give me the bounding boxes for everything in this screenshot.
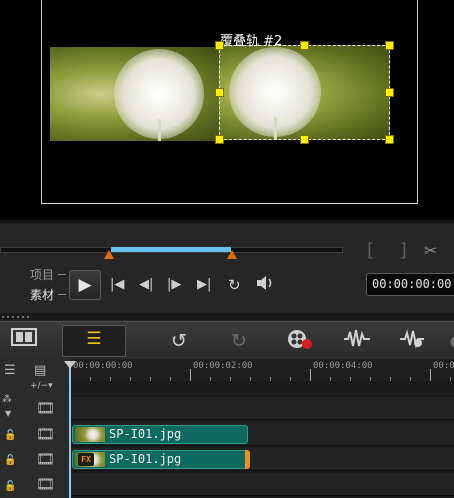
overlay2-track-icon[interactable]: 🎞 xyxy=(36,449,62,469)
next-frame-button[interactable]: |▶ xyxy=(167,275,181,295)
mark-in-out-buttons[interactable]: [ ] xyxy=(367,240,417,261)
next-frame-icon: |▶ xyxy=(167,277,182,292)
mode-clip-label[interactable]: 素材 xyxy=(30,286,54,303)
storyboard-view-button[interactable] xyxy=(10,328,38,354)
playhead-handle[interactable] xyxy=(64,361,76,369)
scissors-icon[interactable]: ✂ xyxy=(424,241,437,260)
repeat-icon: ↻ xyxy=(228,276,241,294)
resize-handle-tr[interactable] xyxy=(385,41,394,50)
go-to-start-button[interactable]: |◀ xyxy=(110,275,124,295)
resize-handle-tl[interactable] xyxy=(215,41,224,50)
repeat-button[interactable]: ↻ xyxy=(228,275,241,295)
redo-icon: ↻ xyxy=(231,330,247,352)
overlay-selection-box[interactable] xyxy=(219,45,390,140)
undo-icon: ↺ xyxy=(171,330,187,352)
lock-icon[interactable]: 🔓 xyxy=(4,481,16,492)
fx-icon: FX xyxy=(78,453,94,466)
resize-handle-bl[interactable] xyxy=(215,135,224,144)
resize-handle-br[interactable] xyxy=(385,135,394,144)
video-editor-window: 覆叠轨 #2 [ ] ✂ 项目 素材 ▶ |◀ ◀| |▶ ▶| ↻ 00:00… xyxy=(0,0,454,498)
record-capture-icon xyxy=(288,330,312,349)
show-all-tracks-icon[interactable]: ☰ xyxy=(4,363,16,378)
resize-handle-ml[interactable] xyxy=(215,88,224,97)
more-button[interactable]: ◖ xyxy=(440,328,454,354)
redo-button[interactable]: ↻ xyxy=(225,328,253,354)
preview-panel: 覆叠轨 #2 xyxy=(0,0,454,220)
previous-frame-button[interactable]: ◀| xyxy=(139,275,153,295)
ruler-label-3: 00:00:0 xyxy=(433,361,454,371)
playhead-line[interactable] xyxy=(69,361,71,498)
main-video-image xyxy=(50,47,220,141)
film-strip-icon xyxy=(11,328,37,346)
prev-frame-icon: ◀| xyxy=(139,277,154,292)
play-icon: ▶ xyxy=(78,275,92,295)
timecode-display[interactable]: 00:00:00:00 xyxy=(366,273,454,296)
toolbar-grip[interactable] xyxy=(0,313,454,320)
track-options-icon[interactable]: ⁂ xyxy=(2,394,12,405)
record-capture-button[interactable] xyxy=(286,328,314,354)
clip-thumbnail xyxy=(75,427,105,442)
clip-trim-handle[interactable] xyxy=(245,450,250,469)
track-extra-lane[interactable] xyxy=(70,473,454,496)
undo-button[interactable]: ↺ xyxy=(165,328,193,354)
collapse-icon[interactable]: ▼ xyxy=(5,409,11,418)
ruler-label-1: 00:00:02:00 xyxy=(193,361,253,371)
resize-handle-mr[interactable] xyxy=(385,88,394,97)
clip-name: SP-I01.jpg xyxy=(109,452,182,466)
go-to-end-button[interactable]: ▶| xyxy=(197,275,211,295)
speaker-icon xyxy=(257,276,272,290)
auto-music-button[interactable] xyxy=(398,328,426,354)
timeline-view-icon: ☰ xyxy=(86,329,102,349)
timeline-view-button[interactable]: ☰ xyxy=(62,325,126,357)
video-track-icon[interactable]: 🎞 xyxy=(36,398,62,418)
trim-marker-in[interactable] xyxy=(104,250,114,259)
track-video-lane[interactable] xyxy=(70,397,454,420)
lock-icon[interactable]: 🔓 xyxy=(4,430,16,441)
mode-project-label[interactable]: 项目 xyxy=(30,266,54,283)
lock-icon[interactable]: 🔓 xyxy=(4,455,16,466)
trim-marker-out[interactable] xyxy=(227,250,237,259)
clip-name: SP-I01.jpg xyxy=(109,427,182,441)
skip-end-icon: ▶| xyxy=(197,277,212,292)
sound-mixer-button[interactable] xyxy=(343,328,371,354)
skip-start-icon: |◀ xyxy=(110,277,125,292)
resize-handle-tm[interactable] xyxy=(300,41,309,50)
play-button[interactable]: ▶ xyxy=(69,270,101,300)
volume-button[interactable] xyxy=(255,275,275,298)
ruler-label-0: 00:00:00:00 xyxy=(73,361,133,371)
timeline-clip-selected[interactable]: FX SP-I01.jpg xyxy=(72,450,250,469)
timeline-ruler[interactable]: 00:00:00:00 00:00:02:00 00:00:04:00 00:0… xyxy=(70,359,454,381)
resize-handle-bm[interactable] xyxy=(300,135,309,144)
timeline-toolbar: ☰ ↺ ↻ ◖ xyxy=(0,321,454,359)
zoom-controls[interactable]: +/−▾ xyxy=(30,381,53,391)
more-icon: ◖ xyxy=(450,331,454,350)
overlay-track-icon[interactable]: 🎞 xyxy=(36,424,62,444)
extra-track-icon[interactable]: 🎞 xyxy=(36,474,62,494)
trim-range[interactable] xyxy=(111,247,231,252)
sound-mix-icon xyxy=(344,329,370,347)
ruler-label-2: 00:00:04:00 xyxy=(313,361,373,371)
timeline-clip[interactable]: SP-I01.jpg xyxy=(72,425,248,444)
auto-music-icon xyxy=(400,329,424,349)
track-manager-icon[interactable]: ▤ xyxy=(34,363,46,378)
